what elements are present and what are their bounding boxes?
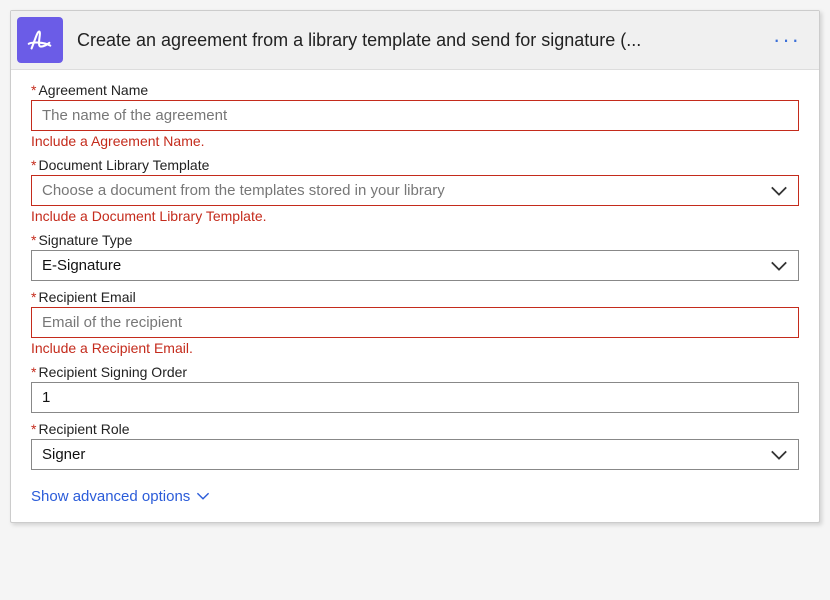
- chevron-down-icon: [770, 260, 788, 272]
- label-recipient-email: *Recipient Email: [31, 289, 799, 305]
- label-signature-type: *Signature Type: [31, 232, 799, 248]
- recipient-email-input[interactable]: [31, 307, 799, 338]
- adobe-acrobat-icon: [17, 17, 63, 63]
- field-signing-order: *Recipient Signing Order: [31, 364, 799, 413]
- signing-order-input[interactable]: [31, 382, 799, 413]
- agreement-name-input[interactable]: [31, 100, 799, 131]
- error-agreement-name: Include a Agreement Name.: [31, 133, 799, 149]
- chevron-down-icon: [770, 449, 788, 461]
- field-agreement-name: *Agreement Name Include a Agreement Name…: [31, 82, 799, 149]
- error-doc-template: Include a Document Library Template.: [31, 208, 799, 224]
- label-doc-template: *Document Library Template: [31, 157, 799, 173]
- field-recipient-role: *Recipient Role Signer: [31, 421, 799, 470]
- field-doc-template: *Document Library Template Choose a docu…: [31, 157, 799, 224]
- recipient-role-select[interactable]: Signer: [31, 439, 799, 470]
- error-recipient-email: Include a Recipient Email.: [31, 340, 799, 356]
- action-card: Create an agreement from a library templ…: [10, 10, 820, 523]
- show-advanced-options-link[interactable]: Show advanced options: [31, 488, 210, 505]
- field-signature-type: *Signature Type E-Signature: [31, 232, 799, 281]
- signature-type-select[interactable]: E-Signature: [31, 250, 799, 281]
- label-agreement-name: *Agreement Name: [31, 82, 799, 98]
- card-body: *Agreement Name Include a Agreement Name…: [11, 70, 819, 522]
- field-recipient-email: *Recipient Email Include a Recipient Ema…: [31, 289, 799, 356]
- label-recipient-role: *Recipient Role: [31, 421, 799, 437]
- card-header[interactable]: Create an agreement from a library templ…: [11, 11, 819, 70]
- label-signing-order: *Recipient Signing Order: [31, 364, 799, 380]
- doc-template-select[interactable]: Choose a document from the templates sto…: [31, 175, 799, 206]
- chevron-down-icon: [770, 185, 788, 197]
- chevron-down-icon: [190, 488, 210, 505]
- more-menu-button[interactable]: ···: [767, 27, 807, 53]
- card-title: Create an agreement from a library templ…: [77, 30, 767, 51]
